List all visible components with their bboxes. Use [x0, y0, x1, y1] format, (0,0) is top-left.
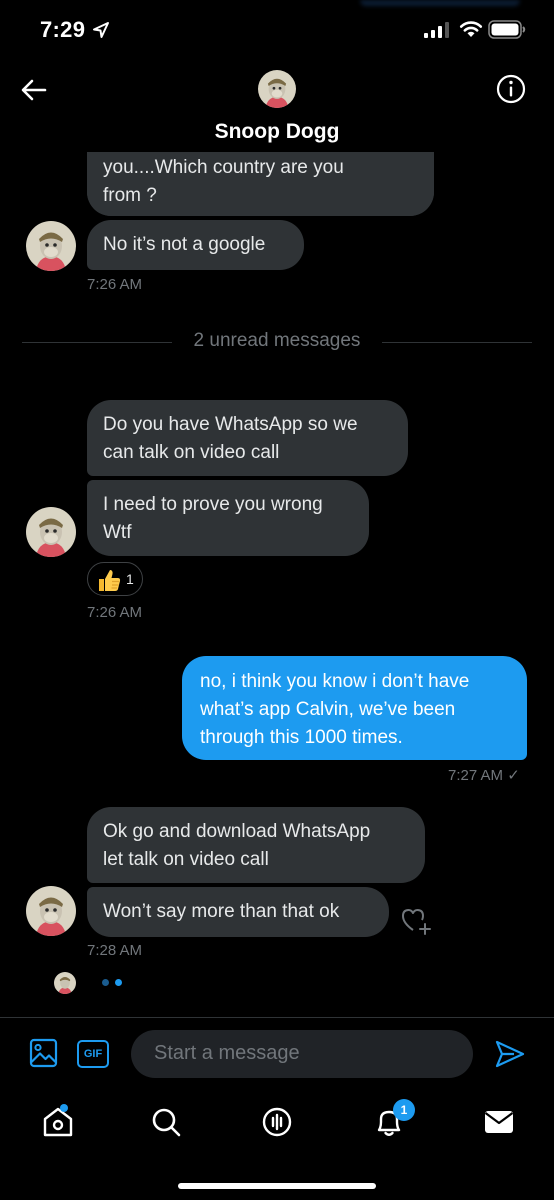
typing-dot	[102, 979, 109, 986]
message-line: Ok go and download WhatsApp	[103, 821, 371, 842]
gif-button[interactable]: GIF	[77, 1040, 109, 1068]
message-input[interactable]: Start a message	[131, 1030, 473, 1078]
ape-avatar-image	[26, 886, 76, 936]
reaction-pill[interactable]: 1	[87, 562, 143, 596]
wifi-icon	[459, 21, 483, 37]
message-timestamp-read: 7:27 AM ✓	[448, 767, 520, 784]
back-arrow-icon[interactable]	[18, 74, 50, 106]
incoming-message[interactable]: Do you have WhatsApp so we can talk on v…	[87, 400, 408, 476]
outgoing-message[interactable]: no, i think you know i don’t have what’s…	[182, 656, 527, 760]
message-line: no, i think you know i don’t have	[200, 671, 470, 692]
status-glow	[360, 0, 520, 6]
message-line: Do you have WhatsApp so we	[103, 414, 358, 435]
message-line: through this 1000 times.	[200, 727, 403, 748]
message-timestamp: 7:28 AM	[87, 942, 143, 959]
cellular-signal-icon	[424, 22, 449, 38]
message-text: No it’s not a google	[103, 234, 266, 255]
sender-avatar[interactable]	[26, 507, 76, 557]
unread-divider: 2 unread messages	[193, 330, 361, 351]
incoming-message[interactable]: Won’t say more than that ok	[87, 887, 389, 937]
typing-avatar	[54, 972, 76, 994]
ape-avatar-image	[258, 70, 296, 108]
sender-avatar[interactable]	[26, 886, 76, 936]
composer-divider	[0, 1017, 554, 1018]
message-timestamp: 7:26 AM	[87, 276, 143, 293]
divider-line-right	[382, 342, 532, 343]
ape-avatar-image	[26, 507, 76, 557]
spaces-icon[interactable]	[259, 1104, 295, 1140]
typing-dot	[115, 979, 122, 986]
message-line: I need to prove you wrong	[103, 494, 323, 515]
image-icon[interactable]	[29, 1038, 58, 1068]
home-new-dot	[60, 1104, 68, 1112]
add-reaction-icon[interactable]	[400, 905, 432, 935]
message-line: from ?	[103, 185, 157, 206]
reaction-count: 1	[126, 571, 134, 587]
message-line: let talk on video call	[103, 849, 269, 870]
contact-name[interactable]: Snoop Dogg	[0, 120, 554, 144]
message-text: Won’t say more than that ok	[103, 901, 340, 922]
bottom-nav	[0, 1090, 554, 1160]
message-line: Wtf	[103, 522, 132, 543]
incoming-message[interactable]: Ok go and download WhatsApp let talk on …	[87, 807, 425, 883]
message-line: what’s app Calvin, we’ve been	[200, 699, 456, 720]
contact-avatar[interactable]	[258, 70, 296, 108]
ape-avatar-image	[54, 972, 76, 994]
sender-avatar[interactable]	[26, 221, 76, 271]
incoming-message[interactable]: I need to prove you wrong Wtf	[87, 480, 369, 556]
status-bar: 7:29	[0, 0, 554, 60]
info-icon[interactable]	[495, 73, 527, 105]
message-line: you....Which country are you	[103, 157, 344, 178]
home-icon[interactable]	[40, 1104, 76, 1140]
dm-conversation-screen: 7:29 Snoop Dogg Snoop Dogg you....Which …	[0, 0, 554, 1200]
message-line: can talk on video call	[103, 442, 280, 463]
thumbs-up-icon	[99, 570, 121, 591]
status-time: 7:29	[40, 17, 86, 42]
message-input-placeholder: Start a message	[154, 1042, 300, 1064]
ape-avatar-image	[26, 221, 76, 271]
notifications-badge: 1	[393, 1099, 415, 1121]
messages-mail-icon[interactable]	[481, 1104, 517, 1140]
message-timestamp: 7:26 AM	[87, 604, 143, 621]
incoming-message-visible[interactable]: you....Which country are you from ?	[87, 152, 434, 216]
send-icon[interactable]	[494, 1039, 526, 1069]
battery-icon	[488, 20, 526, 39]
search-icon[interactable]	[148, 1104, 184, 1140]
conversation-header-overlay: Snoop Dogg	[0, 60, 554, 155]
home-indicator	[178, 1183, 376, 1189]
incoming-message[interactable]: No it’s not a google	[87, 220, 304, 270]
location-arrow-icon	[93, 22, 109, 38]
